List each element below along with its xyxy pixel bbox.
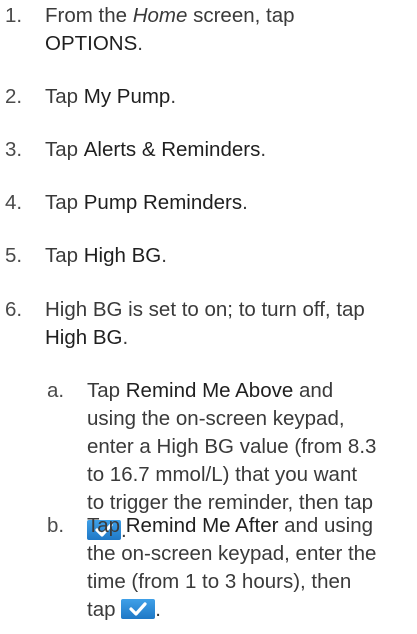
instruction-document: 1. From the Home screen, tap OPTIONS. 2.… [0, 0, 417, 634]
step-number: 6. [5, 298, 23, 321]
checkmark-icon [121, 599, 156, 619]
substep-letter: a. [47, 379, 65, 402]
step-text: Tap Alerts & Reminders. [45, 138, 267, 161]
screen-name: Home [132, 4, 188, 27]
ui-term: High BG [83, 244, 162, 267]
ui-term: Alerts & Reminders [83, 138, 261, 161]
step-number: 2. [5, 85, 23, 108]
ui-term: Remind Me After [125, 514, 279, 537]
step-number: 1. [5, 4, 23, 27]
ui-term: Pump Reminders [83, 191, 243, 214]
step-number: 4. [5, 191, 23, 214]
step-number: 3. [5, 138, 23, 161]
step-text: From the Home screen, tap OPTIONS. [45, 4, 295, 55]
step-number: 5. [5, 244, 23, 267]
step-text: Tap High BG. [45, 244, 167, 267]
step-text: Tap Pump Reminders. [45, 191, 248, 214]
substep-letter: b. [47, 514, 65, 537]
ui-term: OPTIONS [45, 32, 138, 55]
step-text: High BG is set to on; to turn off, tap H… [45, 298, 365, 349]
ui-term: Remind Me Above [125, 379, 294, 402]
step-text: Tap My Pump. [45, 85, 177, 108]
substep-text: Tap Remind Me After and using the on-scr… [87, 514, 377, 621]
ui-term: High BG [45, 326, 123, 349]
ui-term: My Pump [83, 85, 171, 108]
